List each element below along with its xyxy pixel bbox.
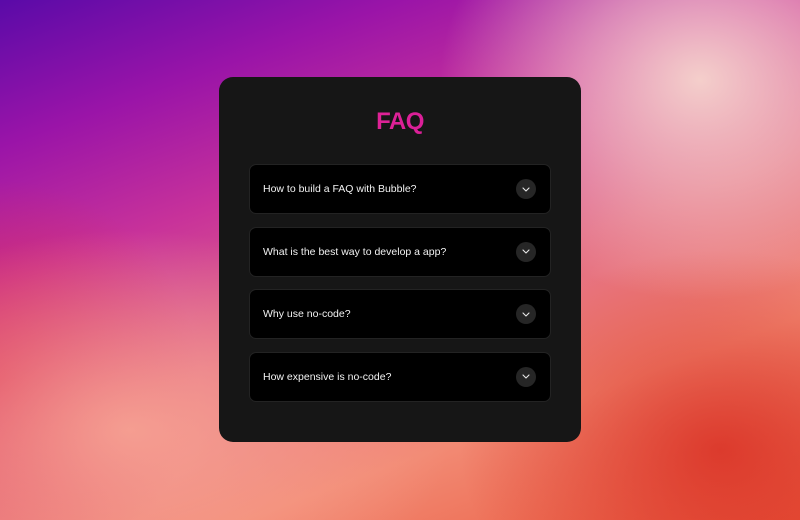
faq-question: How expensive is no-code? xyxy=(263,370,392,383)
expand-button[interactable] xyxy=(516,241,536,262)
faq-item[interactable]: How to build a FAQ with Bubble? xyxy=(249,164,551,214)
faq-question: How to build a FAQ with Bubble? xyxy=(263,183,417,195)
expand-button[interactable] xyxy=(516,179,536,199)
faq-question: Why use no-code? xyxy=(263,308,351,320)
expand-button[interactable] xyxy=(516,304,536,324)
chevron-down-icon xyxy=(522,374,530,379)
faq-list: How to build a FAQ with Bubble? What is … xyxy=(249,164,551,414)
faq-item[interactable]: What is the best way to develop a app? xyxy=(249,226,551,277)
expand-button[interactable] xyxy=(516,366,536,387)
faq-question: What is the best way to develop a app? xyxy=(263,245,447,258)
faq-item[interactable]: How expensive is no-code? xyxy=(249,351,551,402)
chevron-down-icon xyxy=(522,186,530,192)
chevron-down-icon xyxy=(522,249,530,254)
chevron-down-icon xyxy=(522,311,530,317)
faq-title: FAQ xyxy=(0,107,800,137)
faq-item[interactable]: Why use no-code? xyxy=(249,289,551,339)
